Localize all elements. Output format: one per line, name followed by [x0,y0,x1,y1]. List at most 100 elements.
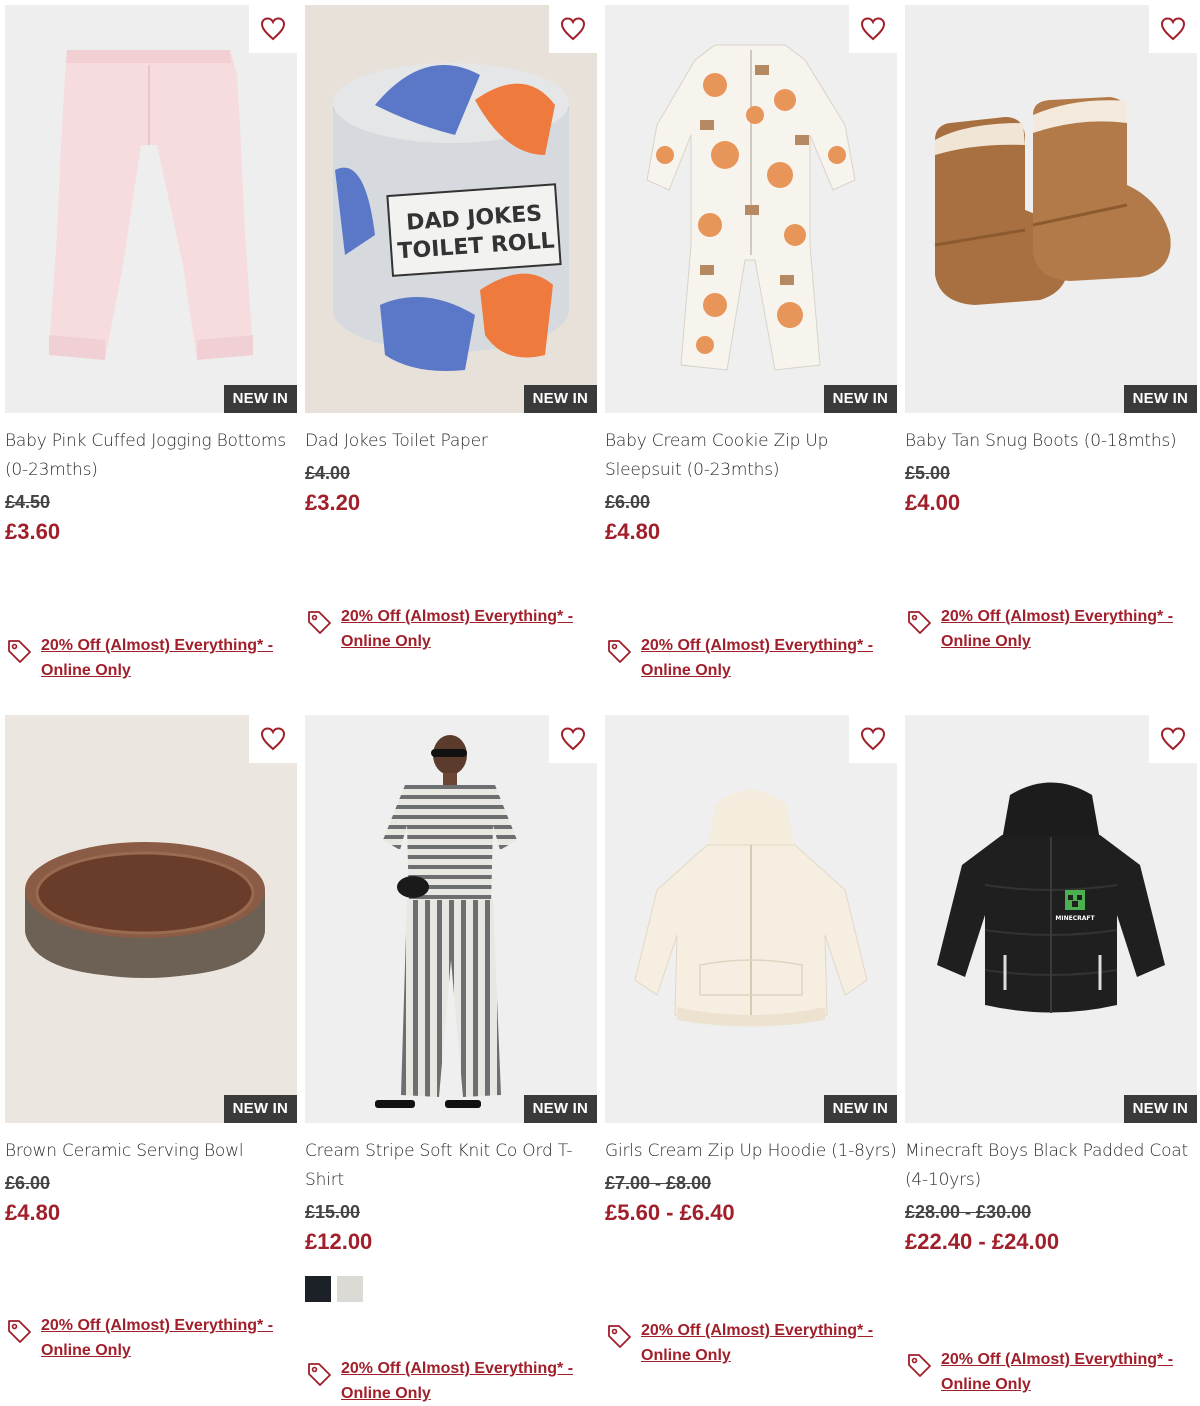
was-price: £6.00 [605,492,651,512]
promo-text[interactable]: 20% Off (Almost) Everything* - Online On… [41,633,276,683]
heart-icon [260,727,286,751]
product-title[interactable]: Baby Pink Cuffed Jogging Bottoms (0-23mt… [5,427,297,485]
product-image[interactable]: MINECRAFT NEW IN [905,715,1197,1123]
product-card[interactable]: DAD JOKES TOILET ROLL NEW IN Dad Jokes T… [305,5,597,650]
product-image[interactable]: NEW IN [605,5,897,413]
price-tag-icon [608,1325,631,1348]
product-card[interactable]: NEW IN Baby Tan Snug Boots (0-18mths) £5… [905,5,1197,650]
price-tag-icon [8,1320,31,1343]
wishlist-button[interactable] [1149,5,1197,53]
price-tag-icon [608,640,631,663]
promo-link[interactable]: 20% Off (Almost) Everything* - Online On… [305,604,576,654]
tan-snug-boots-image [905,5,1197,413]
product-card[interactable]: NEW IN Cream Stripe Soft Knit Co Ord T-S… [305,715,597,1402]
heart-icon [1160,727,1186,751]
minecraft-coat-image: MINECRAFT [905,715,1197,1123]
product-title[interactable]: Dad Jokes Toilet Paper [305,427,597,456]
promo-text[interactable]: 20% Off (Almost) Everything* - Online On… [41,1313,276,1363]
wishlist-button[interactable] [1149,715,1197,763]
now-price: £4.80 [5,1200,61,1225]
now-price: £3.20 [305,490,361,515]
promo-text[interactable]: 20% Off (Almost) Everything* - Online On… [941,604,1176,654]
swatch-black[interactable] [305,1276,331,1302]
now-price: £5.60 - £6.40 [605,1200,735,1225]
now-price: £4.80 [605,519,661,544]
now-price: £3.60 [5,519,61,544]
product-image[interactable]: DAD JOKES TOILET ROLL NEW IN [305,5,597,413]
new-in-badge: NEW IN [823,1095,897,1123]
product-image[interactable]: NEW IN [905,5,1197,413]
product-image[interactable]: NEW IN [5,5,297,413]
heart-icon [560,727,586,751]
cream-hoodie-image [605,715,897,1123]
minecraft-logo-text: MINECRAFT [1055,915,1095,922]
new-in-badge: NEW IN [223,1095,297,1123]
promo-link[interactable]: 20% Off (Almost) Everything* - Online On… [905,604,1176,654]
price-tag-icon [908,611,931,634]
new-in-badge: NEW IN [523,1095,597,1123]
product-image[interactable]: NEW IN [605,715,897,1123]
product-image[interactable]: NEW IN [5,715,297,1123]
new-in-badge: NEW IN [523,385,597,413]
new-in-badge: NEW IN [1123,1095,1197,1123]
wishlist-button[interactable] [549,715,597,763]
promo-link[interactable]: 20% Off (Almost) Everything* - Online On… [5,1313,276,1363]
wishlist-button[interactable] [849,5,897,53]
product-title[interactable]: Baby Cream Cookie Zip Up Sleepsuit (0-23… [605,427,897,485]
toilet-roll-image: DAD JOKES TOILET ROLL [305,5,597,413]
price-tag-icon [8,640,31,663]
price-tag-icon [308,1363,331,1386]
promo-link[interactable]: 20% Off (Almost) Everything* - Online On… [5,633,276,683]
price-tag-icon [308,611,331,634]
product-title[interactable]: Cream Stripe Soft Knit Co Ord T-Shirt [305,1137,597,1195]
now-price: £22.40 - £24.00 [905,1229,1060,1254]
wishlist-button[interactable] [549,5,597,53]
now-price: £4.00 [905,490,961,515]
was-price: £28.00 - £30.00 [905,1202,1032,1222]
product-card[interactable]: MINECRAFT NEW IN Minecraft Boys Black Pa… [905,715,1197,1393]
product-title[interactable]: Girls Cream Zip Up Hoodie (1-8yrs) [605,1137,897,1166]
colour-swatches [305,1276,597,1302]
promo-link[interactable]: 20% Off (Almost) Everything* - Online On… [605,1318,876,1368]
new-in-badge: NEW IN [823,385,897,413]
product-title[interactable]: Brown Ceramic Serving Bowl [5,1137,297,1166]
was-price: £5.00 [905,463,951,483]
promo-link[interactable]: 20% Off (Almost) Everything* - Online On… [905,1347,1176,1397]
product-card[interactable]: NEW IN Brown Ceramic Serving Bowl £6.00 … [5,715,297,1359]
wishlist-button[interactable] [249,5,297,53]
promo-text[interactable]: 20% Off (Almost) Everything* - Online On… [641,1318,876,1368]
new-in-badge: NEW IN [1123,385,1197,413]
product-image[interactable]: NEW IN [305,715,597,1123]
promo-text[interactable]: 20% Off (Almost) Everything* - Online On… [341,1356,576,1406]
swatch-cream[interactable] [337,1276,363,1302]
now-price: £12.00 [305,1229,373,1254]
price-tag-icon [908,1354,931,1377]
cookie-sleepsuit-image [605,5,897,413]
stripe-co-ord-image [305,715,597,1123]
product-title[interactable]: Minecraft Boys Black Padded Coat (4-10yr… [905,1137,1197,1195]
product-title[interactable]: Baby Tan Snug Boots (0-18mths) [905,427,1197,456]
was-price: £4.50 [5,492,51,512]
promo-link[interactable]: 20% Off (Almost) Everything* - Online On… [605,633,876,683]
product-card[interactable]: NEW IN Baby Cream Cookie Zip Up Sleepsui… [605,5,897,679]
product-card[interactable]: NEW IN Girls Cream Zip Up Hoodie (1-8yrs… [605,715,897,1364]
promo-text[interactable]: 20% Off (Almost) Everything* - Online On… [341,604,576,654]
wishlist-button[interactable] [249,715,297,763]
wishlist-button[interactable] [849,715,897,763]
was-price: £6.00 [5,1173,51,1193]
heart-icon [560,17,586,41]
ceramic-bowl-image [5,715,297,1123]
promo-text[interactable]: 20% Off (Almost) Everything* - Online On… [641,633,876,683]
heart-icon [1160,17,1186,41]
pink-jogging-bottoms-image [5,5,297,413]
promo-text[interactable]: 20% Off (Almost) Everything* - Online On… [941,1347,1176,1397]
was-price: £15.00 [305,1202,361,1222]
new-in-badge: NEW IN [223,385,297,413]
heart-icon [260,17,286,41]
product-card[interactable]: NEW IN Baby Pink Cuffed Jogging Bottoms … [5,5,297,679]
heart-icon [860,727,886,751]
promo-link[interactable]: 20% Off (Almost) Everything* - Online On… [305,1356,576,1406]
was-price: £7.00 - £8.00 [605,1173,712,1193]
was-price: £4.00 [305,463,351,483]
heart-icon [860,17,886,41]
